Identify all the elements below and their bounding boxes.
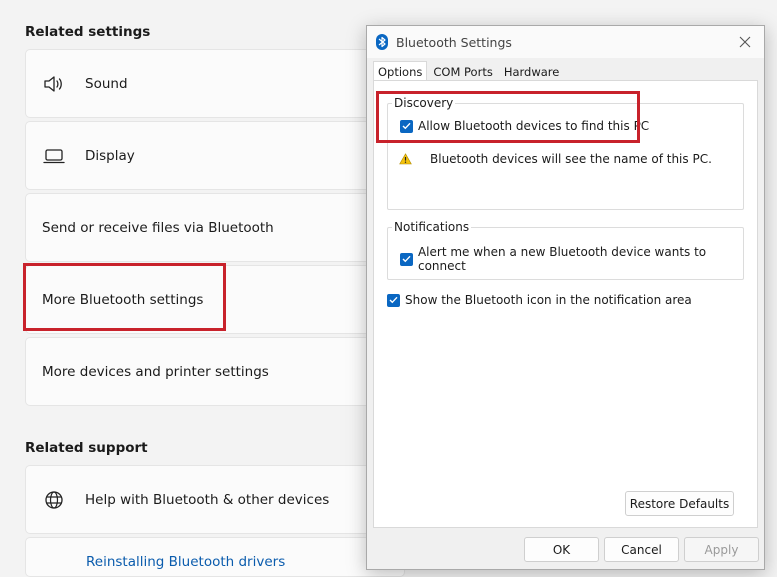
dialog-tabs: Options COM Ports Hardware [373,61,565,82]
related-support-header: Related support [25,440,148,456]
settings-item-send-receive-files[interactable]: Send or receive files via Bluetooth [25,193,405,262]
bluetooth-settings-dialog: Bluetooth Settings Options COM Ports Har… [366,25,765,570]
options-panel: Discovery Allow Bluetooth devices to fin… [373,80,758,528]
globe-icon [33,490,75,510]
restore-defaults-button[interactable]: Restore Defaults [625,491,734,516]
warning-text: Bluetooth devices will see the name of t… [430,152,712,166]
laptop-icon [33,148,75,164]
support-link-label: Reinstalling Bluetooth drivers [86,554,286,570]
notifications-group-label: Notifications [392,220,472,234]
settings-item-more-devices-printers[interactable]: More devices and printer settings [25,337,405,406]
highlight-box [23,263,226,331]
ok-button[interactable]: OK [524,537,599,562]
related-settings-header: Related settings [25,24,151,40]
tab-options[interactable]: Options [373,61,428,82]
bluetooth-icon [376,34,388,50]
tab-hardware[interactable]: Hardware [499,61,565,80]
settings-item-label: More devices and printer settings [42,363,269,380]
tab-com-ports[interactable]: COM Ports [428,61,497,80]
settings-item-label: Help with Bluetooth & other devices [85,491,330,508]
speaker-icon [33,75,75,93]
close-icon[interactable] [738,35,752,49]
alert-new-device-label: Alert me when a new Bluetooth device wan… [417,245,707,273]
checkmark-icon [387,293,400,307]
settings-item-label: Sound [85,75,128,92]
settings-item-label: Display [85,147,135,164]
dialog-title: Bluetooth Settings [396,34,512,50]
apply-button[interactable]: Apply [684,537,759,562]
alert-new-device-checkbox[interactable]: Alert me when a new Bluetooth device wan… [400,245,757,273]
settings-item-sound[interactable]: Sound [25,49,405,118]
settings-item-display[interactable]: Display [25,121,405,190]
discovery-warning: Bluetooth devices will see the name of t… [399,152,712,166]
support-link-partial[interactable]: Reinstalling Bluetooth drivers [25,537,405,577]
cancel-button[interactable]: Cancel [604,537,679,562]
show-icon-label: Show the Bluetooth icon in the notificat… [405,293,692,307]
settings-item-label: Send or receive files via Bluetooth [42,219,274,236]
dialog-titlebar[interactable]: Bluetooth Settings [367,26,764,58]
support-item-help-bluetooth[interactable]: Help with Bluetooth & other devices [25,465,405,534]
show-icon-checkbox[interactable]: Show the Bluetooth icon in the notificat… [387,293,692,307]
checkmark-icon [400,252,413,266]
warning-icon [399,153,412,165]
highlight-box [376,91,640,143]
